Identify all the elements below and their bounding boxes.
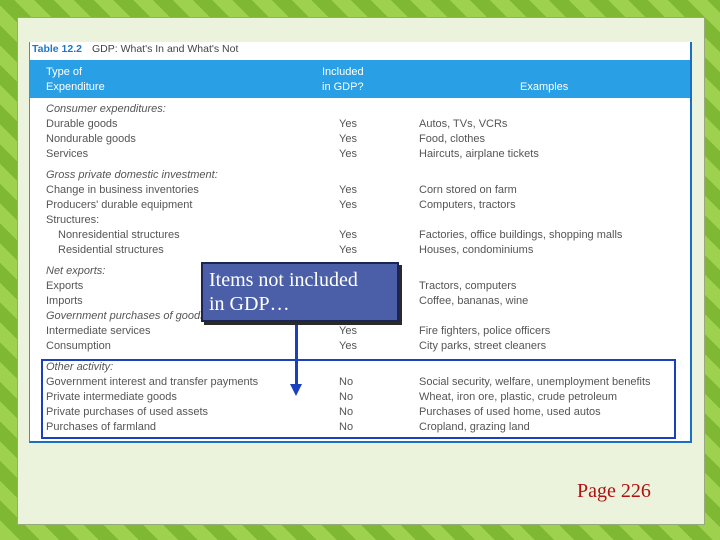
included-cell: Yes — [339, 199, 357, 211]
table-row: Consumer expenditures: — [30, 102, 690, 117]
expenditure-cell: Net exports: — [46, 265, 106, 277]
examples-cell: Haircuts, airplane tickets — [419, 148, 539, 160]
table-number: Table 12.2 — [32, 43, 82, 55]
included-cell: Yes — [339, 118, 357, 130]
table-row: Structures: — [30, 213, 690, 228]
other-activity-highlight-box — [41, 359, 676, 439]
examples-cell: Autos, TVs, VCRs — [419, 118, 508, 130]
header-included-in-gdp: Included in GDP? — [322, 66, 364, 93]
expenditure-cell: Gross private domestic investment: — [46, 169, 218, 181]
table-header: Type of Expenditure Included in GDP? Exa… — [30, 60, 690, 98]
expenditure-cell: Change in business inventories — [46, 184, 199, 196]
examples-cell: Computers, tractors — [419, 199, 516, 211]
expenditure-cell: Nonresidential structures — [58, 229, 180, 241]
expenditure-cell: Government purchases of goods — [46, 310, 206, 322]
expenditure-cell: Services — [46, 148, 89, 160]
header-type-of-expenditure: Type of Expenditure — [46, 66, 105, 93]
expenditure-cell: Consumer expenditures: — [46, 103, 166, 115]
included-cell: Yes — [339, 244, 357, 256]
included-cell: Yes — [339, 229, 357, 241]
table-row: Change in business inventories Yes Corn st… — [30, 183, 690, 198]
table-title: GDP: What's In and What's Not — [92, 43, 239, 55]
included-cell: Yes — [339, 133, 357, 145]
table-caption: Table 12.2 GDP: What's In and What's Not — [32, 42, 238, 60]
expenditure-cell: Durable goods — [46, 118, 118, 130]
examples-cell: Food, clothes — [419, 133, 486, 145]
table-row: Nonresidential structures Yes Factories, o… — [30, 228, 690, 243]
examples-cell: Coffee, bananas, wine — [419, 295, 529, 307]
page-number: Page 226 — [577, 480, 651, 502]
expenditure-cell: Exports — [46, 280, 84, 292]
items-not-included-callout: Items not included in GDP… — [201, 262, 399, 322]
expenditure-cell: Consumption — [46, 340, 111, 352]
header-examples: Examples — [520, 81, 569, 93]
examples-cell: City parks, street cleaners — [419, 340, 547, 352]
callout-line-1: Items not included — [209, 269, 358, 291]
included-cell: Yes — [339, 148, 357, 160]
included-cell: Yes — [339, 340, 357, 352]
examples-cell: Corn stored on farm — [419, 184, 517, 196]
included-cell: Yes — [339, 325, 357, 337]
included-cell: Yes — [339, 184, 357, 196]
table-row: Intermediate services Yes Fire fighters, p… — [30, 324, 690, 339]
expenditure-cell: Producers' durable equipment — [46, 199, 193, 211]
table-row: Services Yes Haircuts, airplane tickets — [30, 147, 690, 162]
examples-cell: Houses, condominiums — [419, 244, 534, 256]
table-row: Durable goods Yes Autos, TVs, VCRs — [30, 117, 690, 132]
table-row: Nondurable goods Yes Food, clothes — [30, 132, 690, 147]
expenditure-cell: Imports — [46, 295, 83, 307]
callout-arrow-shaft — [295, 322, 298, 384]
callout-arrow-icon — [290, 384, 302, 396]
callout-line-2: in GDP… — [209, 293, 290, 315]
expenditure-cell: Structures: — [46, 214, 100, 226]
table-row: Gross private domestic investment: — [30, 168, 690, 183]
table-row: Consumption Yes City parks, street cleaner… — [30, 339, 690, 354]
expenditure-cell: Intermediate services — [46, 325, 151, 337]
examples-cell: Fire fighters, police officers — [419, 325, 551, 337]
table-row: Producers' durable equipment Yes Computers… — [30, 198, 690, 213]
expenditure-cell: Residential structures — [58, 244, 164, 256]
expenditure-cell: Nondurable goods — [46, 133, 136, 145]
table-row: Residential structures Yes Houses, condomi… — [30, 243, 690, 258]
examples-cell: Factories, office buildings, shopping ma… — [419, 229, 623, 241]
examples-cell: Tractors, computers — [419, 280, 517, 292]
